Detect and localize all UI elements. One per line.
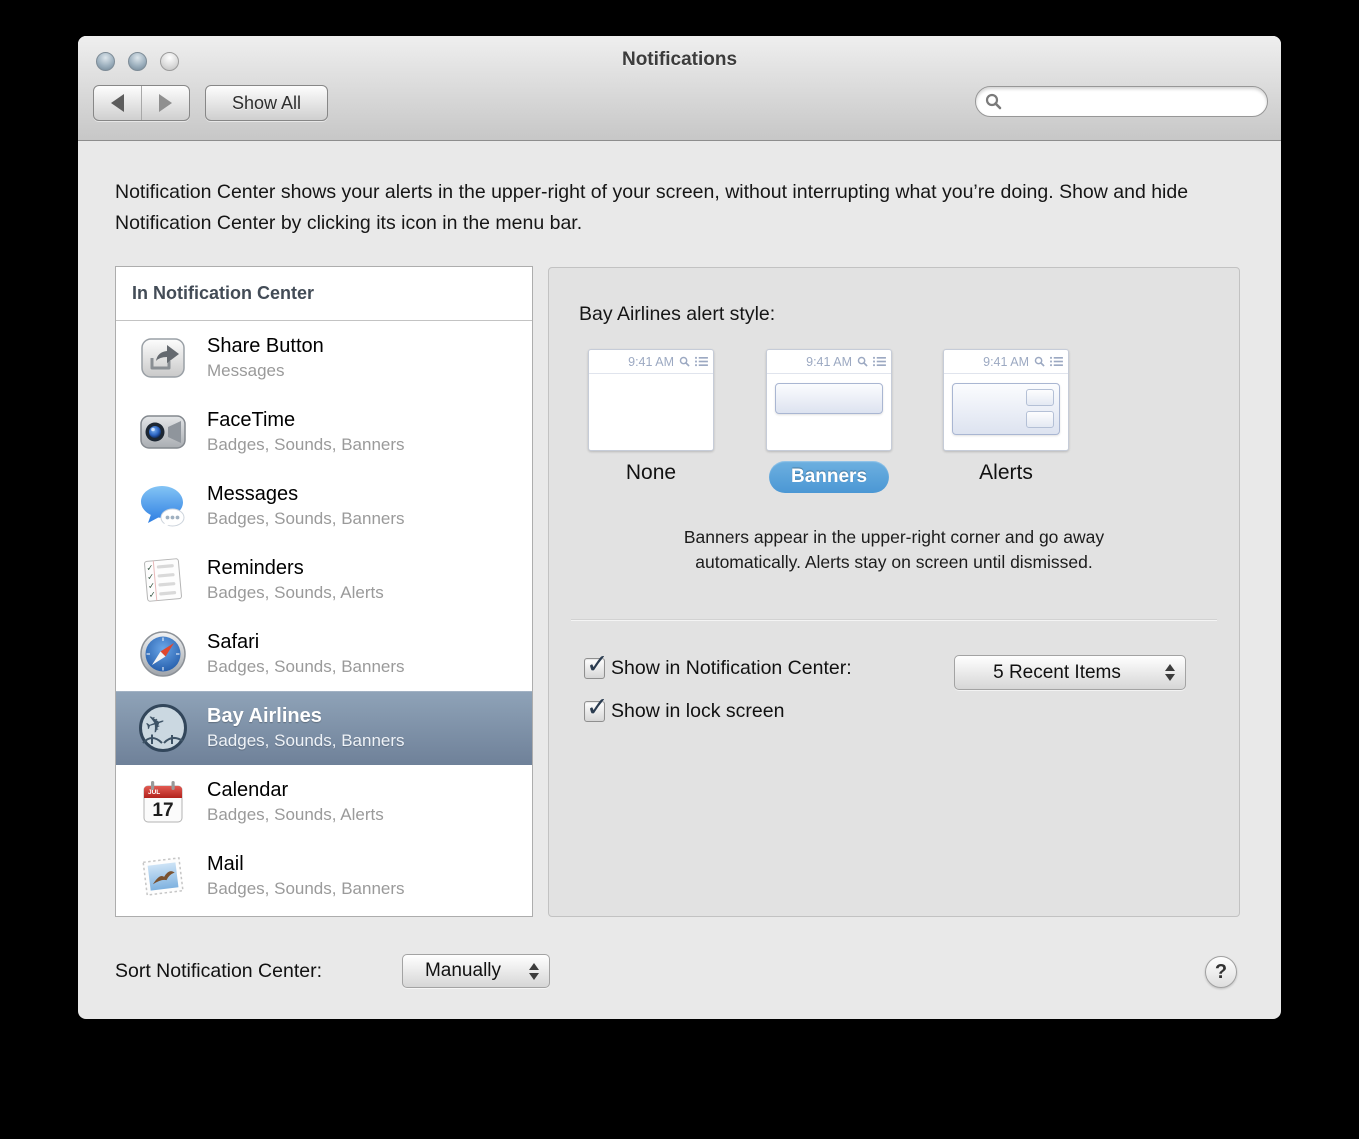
preview-banner — [775, 383, 883, 414]
back-button[interactable] — [94, 86, 141, 120]
panel-divider — [571, 619, 1217, 621]
mail-icon — [138, 851, 188, 901]
share-icon — [138, 333, 188, 383]
alert-style-preview-banners: 9:41 AM — [766, 349, 892, 451]
show-in-lock-screen-label: Show in lock screen — [611, 700, 784, 723]
list-item-calendar[interactable]: JUL 17 Calendar Badges, Sounds, Alerts — [116, 765, 532, 839]
list-item-facetime[interactable]: FaceTime Badges, Sounds, Banners — [116, 395, 532, 469]
checkmark-icon: ✓ — [586, 649, 609, 680]
svg-text:17: 17 — [152, 800, 173, 821]
list-item-share-button[interactable]: Share Button Messages — [116, 321, 532, 395]
app-name: Reminders — [207, 557, 384, 580]
app-alert-types: Messages — [207, 361, 324, 381]
alert-style-option-banners[interactable]: Banners — [766, 461, 892, 493]
preview-notification-center-icon — [873, 356, 886, 367]
notification-app-list: In Notification Center Share Button Mess… — [115, 266, 533, 917]
alert-style-option-none[interactable]: None — [588, 461, 714, 485]
app-alert-types: Badges, Sounds, Banners — [207, 657, 405, 677]
reminders-icon: ✓✓ ✓✓ — [138, 555, 188, 605]
svg-text:JUL: JUL — [148, 789, 160, 796]
preview-notification-center-icon — [695, 356, 708, 367]
show-in-lock-screen-row: ✓ Show in lock screen — [584, 700, 784, 723]
recent-items-value: 5 Recent Items — [955, 662, 1159, 684]
sort-value: Manually — [403, 960, 523, 982]
app-alert-types: Badges, Sounds, Banners — [207, 879, 405, 899]
preferences-window: Notifications Show All Notification Cent… — [78, 36, 1281, 1019]
app-alert-types: Badges, Sounds, Alerts — [207, 805, 384, 825]
app-alert-types: Badges, Sounds, Banners — [207, 731, 405, 751]
search-field[interactable] — [975, 86, 1268, 117]
app-alert-types: Badges, Sounds, Banners — [207, 509, 405, 529]
titlebar: Notifications Show All — [78, 36, 1281, 141]
app-name: Messages — [207, 483, 405, 506]
facetime-icon — [138, 407, 188, 457]
show-in-lock-screen-checkbox[interactable]: ✓ — [584, 701, 605, 722]
search-input[interactable] — [1007, 92, 1267, 112]
app-name: FaceTime — [207, 409, 405, 432]
help-button[interactable]: ? — [1205, 956, 1237, 988]
forward-button[interactable] — [141, 86, 189, 120]
forward-arrow-icon — [159, 94, 172, 112]
preview-notification-center-icon — [1050, 356, 1063, 367]
messages-icon — [138, 481, 188, 531]
app-name: Safari — [207, 631, 405, 654]
preview-search-icon — [1034, 356, 1045, 367]
list-header: In Notification Center — [116, 267, 532, 321]
recent-items-popup[interactable]: 5 Recent Items — [954, 655, 1186, 690]
alert-style-panel: Bay Airlines alert style: 9:41 AM 9:41 A… — [548, 267, 1240, 917]
preview-alert-button — [1026, 411, 1054, 428]
preview-clock: 9:41 AM — [983, 355, 1029, 369]
preview-clock: 9:41 AM — [628, 355, 674, 369]
preview-search-icon — [857, 356, 868, 367]
show-in-notification-center-row: ✓ Show in Notification Center: — [584, 657, 852, 680]
popup-stepper-icon — [523, 963, 549, 980]
safari-icon — [138, 629, 188, 679]
search-icon — [985, 93, 1002, 110]
list-item-reminders[interactable]: ✓✓ ✓✓ Reminders Badges, Sounds, Alerts — [116, 543, 532, 617]
alert-style-preview-none: 9:41 AM — [588, 349, 714, 451]
nav-back-forward-group — [93, 85, 190, 121]
checkmark-icon: ✓ — [586, 692, 609, 723]
show-all-button[interactable]: Show All — [205, 85, 328, 121]
list-item-mail[interactable]: Mail Badges, Sounds, Banners — [116, 839, 532, 913]
app-alert-types: Badges, Sounds, Banners — [207, 435, 405, 455]
selected-style-pill[interactable]: Banners — [769, 461, 889, 493]
alert-style-title: Bay Airlines alert style: — [579, 303, 775, 326]
app-name: Calendar — [207, 779, 384, 802]
preview-clock: 9:41 AM — [806, 355, 852, 369]
list-item-bay-airlines[interactable]: ✈ Bay Airlines Badges, Sounds, Banners — [116, 691, 532, 765]
popup-stepper-icon — [1159, 664, 1185, 681]
app-name: Bay Airlines — [207, 705, 405, 728]
svg-text:✓: ✓ — [148, 590, 156, 601]
intro-text: Notification Center shows your alerts in… — [115, 177, 1255, 239]
app-name: Share Button — [207, 335, 324, 358]
show-in-notification-center-checkbox[interactable]: ✓ — [584, 658, 605, 679]
alert-style-description: Banners appear in the upper-right corner… — [549, 525, 1239, 575]
bay-airlines-icon: ✈ — [138, 703, 188, 753]
back-arrow-icon — [111, 94, 124, 112]
preview-search-icon — [679, 356, 690, 367]
window-title: Notifications — [78, 49, 1281, 71]
preview-alert — [952, 383, 1060, 435]
sort-notification-center-label: Sort Notification Center: — [115, 960, 322, 983]
alert-style-preview-alerts: 9:41 AM — [943, 349, 1069, 451]
show-in-notification-center-label: Show in Notification Center: — [611, 657, 852, 680]
list-item-safari[interactable]: Safari Badges, Sounds, Banners — [116, 617, 532, 691]
app-alert-types: Badges, Sounds, Alerts — [207, 583, 384, 603]
preview-alert-button — [1026, 389, 1054, 406]
list-item-messages[interactable]: Messages Badges, Sounds, Banners — [116, 469, 532, 543]
calendar-icon: JUL 17 — [138, 777, 188, 827]
app-name: Mail — [207, 853, 405, 876]
sort-popup[interactable]: Manually — [402, 954, 550, 988]
alert-style-option-alerts[interactable]: Alerts — [943, 461, 1069, 485]
